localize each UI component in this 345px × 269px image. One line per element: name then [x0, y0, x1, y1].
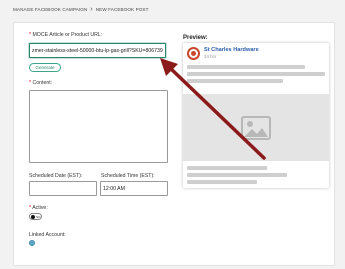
content-textarea[interactable] — [29, 90, 168, 163]
preview-label: Preview: — [183, 35, 208, 41]
breadcrumb: MANAGE FACEBOOK CAMPAIGN › NEW FACEBOOK … — [13, 6, 148, 13]
url-input[interactable]: zmer-stainless-steel-50000-btu-lp-gas-gr… — [29, 43, 166, 58]
page-avatar — [187, 47, 200, 60]
image-icon — [241, 115, 271, 140]
time-label: Scheduled Time (EST): — [101, 173, 155, 179]
url-label: * MOCE Article or Product URL: — [29, 32, 102, 38]
linked-account-label: Linked Account: — [29, 232, 66, 238]
active-label-text: Active: — [32, 205, 48, 211]
date-input[interactable] — [29, 181, 97, 196]
text-placeholder-bar — [187, 79, 283, 83]
breadcrumb-parent[interactable]: MANAGE FACEBOOK CAMPAIGN — [13, 7, 87, 12]
generate-button[interactable]: Generate — [29, 63, 61, 72]
content-label: * Content: — [29, 80, 52, 86]
date-label: Scheduled Date (EST): — [29, 173, 83, 179]
active-value: NO — [36, 214, 41, 219]
required-marker: * — [29, 205, 32, 211]
post-time: 34 hrs — [204, 54, 217, 59]
image-placeholder — [183, 94, 329, 161]
text-placeholder-bar — [187, 72, 325, 76]
time-value: 12:00 AM — [103, 185, 125, 192]
required-marker: * — [29, 32, 32, 38]
url-label-text: MOCE Article or Product URL: — [32, 32, 103, 38]
text-placeholder-bar — [187, 180, 257, 184]
avatar-ring — [189, 49, 198, 58]
text-placeholder-bar — [187, 166, 267, 170]
breadcrumb-current: NEW FACEBOOK POST — [95, 7, 149, 12]
toggle-knob — [31, 214, 35, 219]
content-label-text: Content: — [32, 80, 53, 86]
active-label: * Active: — [29, 205, 48, 211]
linked-account-icon[interactable] — [29, 240, 35, 246]
required-marker: * — [29, 80, 32, 86]
active-toggle[interactable]: NO — [29, 213, 42, 220]
text-placeholder-bar — [187, 65, 305, 69]
avatar-dot — [191, 51, 196, 56]
post-preview: St Charles Hardware 34 hrs — [183, 43, 329, 188]
text-placeholder-bar — [187, 173, 287, 177]
time-input[interactable]: 12:00 AM — [100, 181, 168, 196]
url-input-value: zmer-stainless-steel-50000-btu-lp-gas-gr… — [32, 47, 163, 54]
page-name: St Charles Hardware — [204, 47, 259, 53]
breadcrumb-separator: › — [90, 6, 93, 13]
